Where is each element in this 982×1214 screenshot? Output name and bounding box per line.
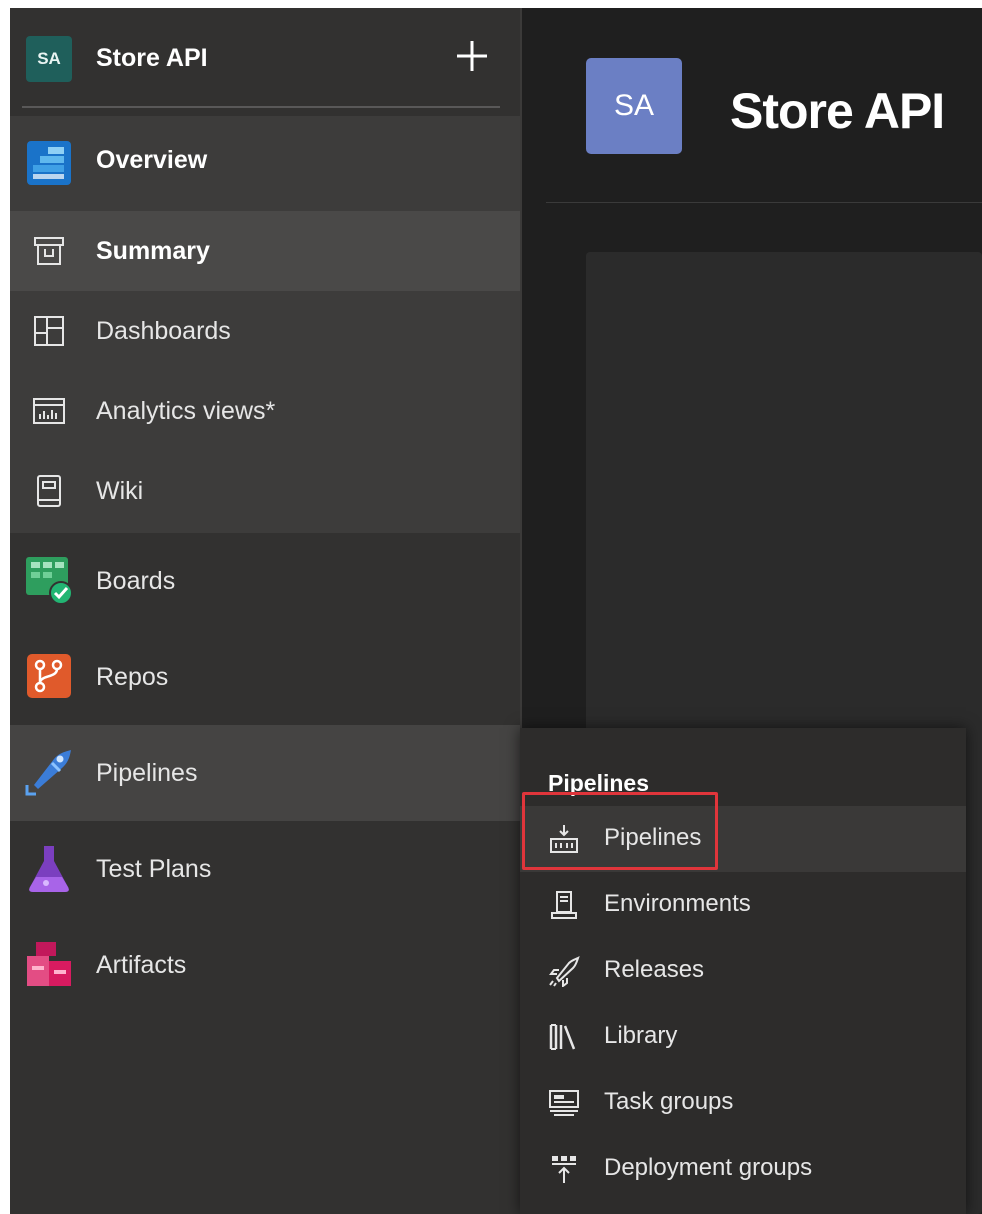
sidebar-item-label: Dashboards [96, 317, 231, 345]
library-icon [549, 1024, 576, 1050]
sidebar-item-wiki[interactable]: Wiki [10, 451, 520, 531]
sidebar-item-overview[interactable]: Overview [10, 116, 520, 211]
task-groups-icon [549, 1090, 579, 1116]
sidebar-item-label: Summary [96, 237, 210, 265]
sidebar-item-summary[interactable]: Summary [10, 211, 520, 291]
flyout-item-releases[interactable]: Releases [520, 938, 966, 1004]
sidebar-item-repos[interactable]: Repos [10, 629, 520, 725]
sidebar: SA Store API Overview Summary Dashboards… [10, 8, 522, 1214]
header-divider [546, 202, 982, 203]
flyout-item-pipelines[interactable]: Pipelines [520, 806, 966, 872]
project-name[interactable]: Store API [96, 44, 208, 73]
sidebar-item-label: Pipelines [96, 759, 198, 787]
add-button[interactable] [450, 34, 494, 78]
analytics-icon [33, 398, 65, 424]
sidebar-item-label: Test Plans [96, 855, 212, 883]
environments-icon [551, 891, 577, 919]
releases-rocket-icon [549, 956, 580, 987]
flyout-item-deployment-groups[interactable]: Deployment groups [520, 1136, 966, 1202]
pipelines-build-icon [550, 825, 578, 853]
sidebar-item-label: Artifacts [96, 951, 187, 979]
project-header-main: SA Store API [522, 8, 982, 203]
plus-icon [457, 41, 487, 71]
wiki-icon [37, 475, 61, 507]
sidebar-item-label: Repos [96, 663, 169, 691]
flyout-item-library[interactable]: Library [520, 1004, 966, 1070]
sidebar-item-pipelines[interactable]: Pipelines [10, 725, 520, 821]
app-frame: SA Store API Overview Summary Dashboards… [10, 8, 982, 1214]
repos-icon [27, 654, 71, 698]
test-plans-icon [29, 846, 69, 892]
dashboards-icon [34, 316, 64, 346]
flyout-item-label: Environments [604, 890, 751, 917]
flyout-item-label: Task groups [604, 1088, 734, 1115]
sidebar-item-analytics-views[interactable]: Analytics views* [10, 371, 520, 451]
overview-icon [27, 141, 71, 185]
pipelines-flyout-menu: Pipelines Pipelines Environments Release [520, 728, 966, 1214]
sidebar-item-test-plans[interactable]: Test Plans [10, 821, 520, 917]
sidebar-item-label: Wiki [96, 477, 144, 505]
project-avatar[interactable]: SA [26, 36, 72, 82]
flyout-title: Pipelines [548, 770, 649, 796]
sidebar-item-boards[interactable]: Boards [10, 533, 520, 629]
artifacts-icon [27, 942, 71, 986]
flyout-item-task-groups[interactable]: Task groups [520, 1070, 966, 1136]
sidebar-item-label: Analytics views* [96, 397, 276, 425]
summary-icon [34, 237, 64, 265]
sidebar-item-artifacts[interactable]: Artifacts [10, 917, 520, 1013]
flyout-item-label: Deployment groups [604, 1154, 813, 1181]
deployment-groups-icon [552, 1156, 576, 1183]
project-header: SA Store API [10, 8, 520, 108]
project-avatar-large: SA [586, 58, 682, 154]
pipelines-icon [25, 750, 71, 796]
flyout-item-label: Library [604, 1022, 678, 1049]
boards-icon [26, 557, 73, 605]
flyout-item-environments[interactable]: Environments [520, 872, 966, 938]
divider [22, 106, 500, 108]
flyout-item-label: Releases [604, 956, 705, 983]
flyout-item-label: Pipelines [604, 824, 702, 851]
page-title: Store API [730, 83, 945, 139]
sidebar-item-dashboards[interactable]: Dashboards [10, 291, 520, 371]
sidebar-item-label: Overview [96, 146, 208, 174]
sidebar-item-label: Boards [96, 567, 176, 595]
